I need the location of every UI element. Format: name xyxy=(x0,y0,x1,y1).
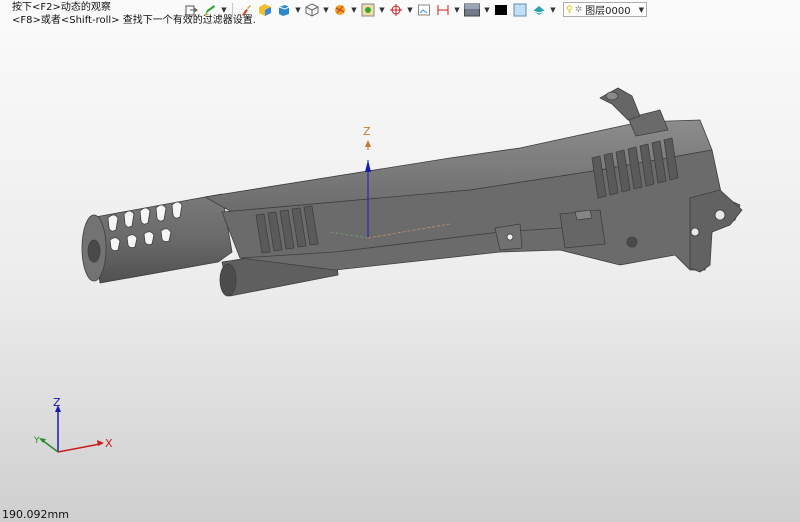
lightbulb-icon: ♀ xyxy=(566,4,573,15)
box-view-icon[interactable] xyxy=(276,2,292,18)
chevron-down-icon[interactable]: ▼ xyxy=(351,6,357,14)
section-target-icon[interactable] xyxy=(388,2,404,18)
hint-line-1: 按下<F2>动态的观察 xyxy=(12,2,111,13)
black-color-swatch[interactable] xyxy=(493,2,509,18)
view-toolbar: ▼ ▼ ▼ ▼ ▼ ▼ ▼ ▼ ▼ ♀ ✲ 图层0000 ▼ xyxy=(183,1,647,18)
chevron-down-icon[interactable]: ▼ xyxy=(323,6,329,14)
triad-y-label: Y xyxy=(34,436,40,446)
triad-x-label: X xyxy=(105,437,113,450)
exit-sketch-icon[interactable] xyxy=(183,2,199,18)
render-sphere-icon[interactable] xyxy=(332,2,348,18)
muzzle-bore xyxy=(87,239,101,263)
background-icon[interactable] xyxy=(463,2,481,18)
scene-icon[interactable] xyxy=(531,2,547,18)
dimension-icon[interactable] xyxy=(435,2,451,18)
3d-viewport[interactable] xyxy=(0,30,800,506)
chevron-down-icon[interactable]: ▼ xyxy=(379,6,385,14)
layer-value: 图层0000 xyxy=(585,6,631,17)
cube-color-icon[interactable] xyxy=(257,2,273,18)
chevron-down-icon[interactable]: ▼ xyxy=(454,6,460,14)
view-plane-icon[interactable] xyxy=(416,2,432,18)
measure-readout: 190.092mm xyxy=(2,508,69,521)
layer-select[interactable]: ♀ ✲ 图层0000 ▼ xyxy=(563,2,647,17)
model-axis-z-label: Z xyxy=(363,125,371,138)
appearance-icon[interactable] xyxy=(360,2,376,18)
sun-icon: ✲ xyxy=(574,4,583,15)
brush-icon[interactable] xyxy=(238,2,254,18)
wireframe-cube-icon[interactable] xyxy=(304,2,320,18)
chevron-down-icon[interactable]: ▼ xyxy=(295,6,301,14)
hammer xyxy=(599,87,641,121)
chevron-down-icon[interactable]: ▼ xyxy=(484,6,490,14)
chevron-down-icon[interactable]: ▼ xyxy=(221,6,227,14)
chevron-down-icon[interactable]: ▼ xyxy=(407,6,413,14)
slide-model[interactable] xyxy=(81,87,743,297)
lightblue-color-swatch[interactable] xyxy=(512,2,528,18)
triad-z-label: Z xyxy=(53,396,61,409)
chevron-down-icon: ▼ xyxy=(638,5,644,14)
extractor xyxy=(574,209,593,221)
toolbar-separator xyxy=(232,2,233,17)
view-triad xyxy=(39,405,104,453)
chevron-down-icon[interactable]: ▼ xyxy=(550,6,556,14)
sketch-pencil-icon[interactable] xyxy=(202,2,218,18)
guide-rod-end xyxy=(219,263,237,297)
